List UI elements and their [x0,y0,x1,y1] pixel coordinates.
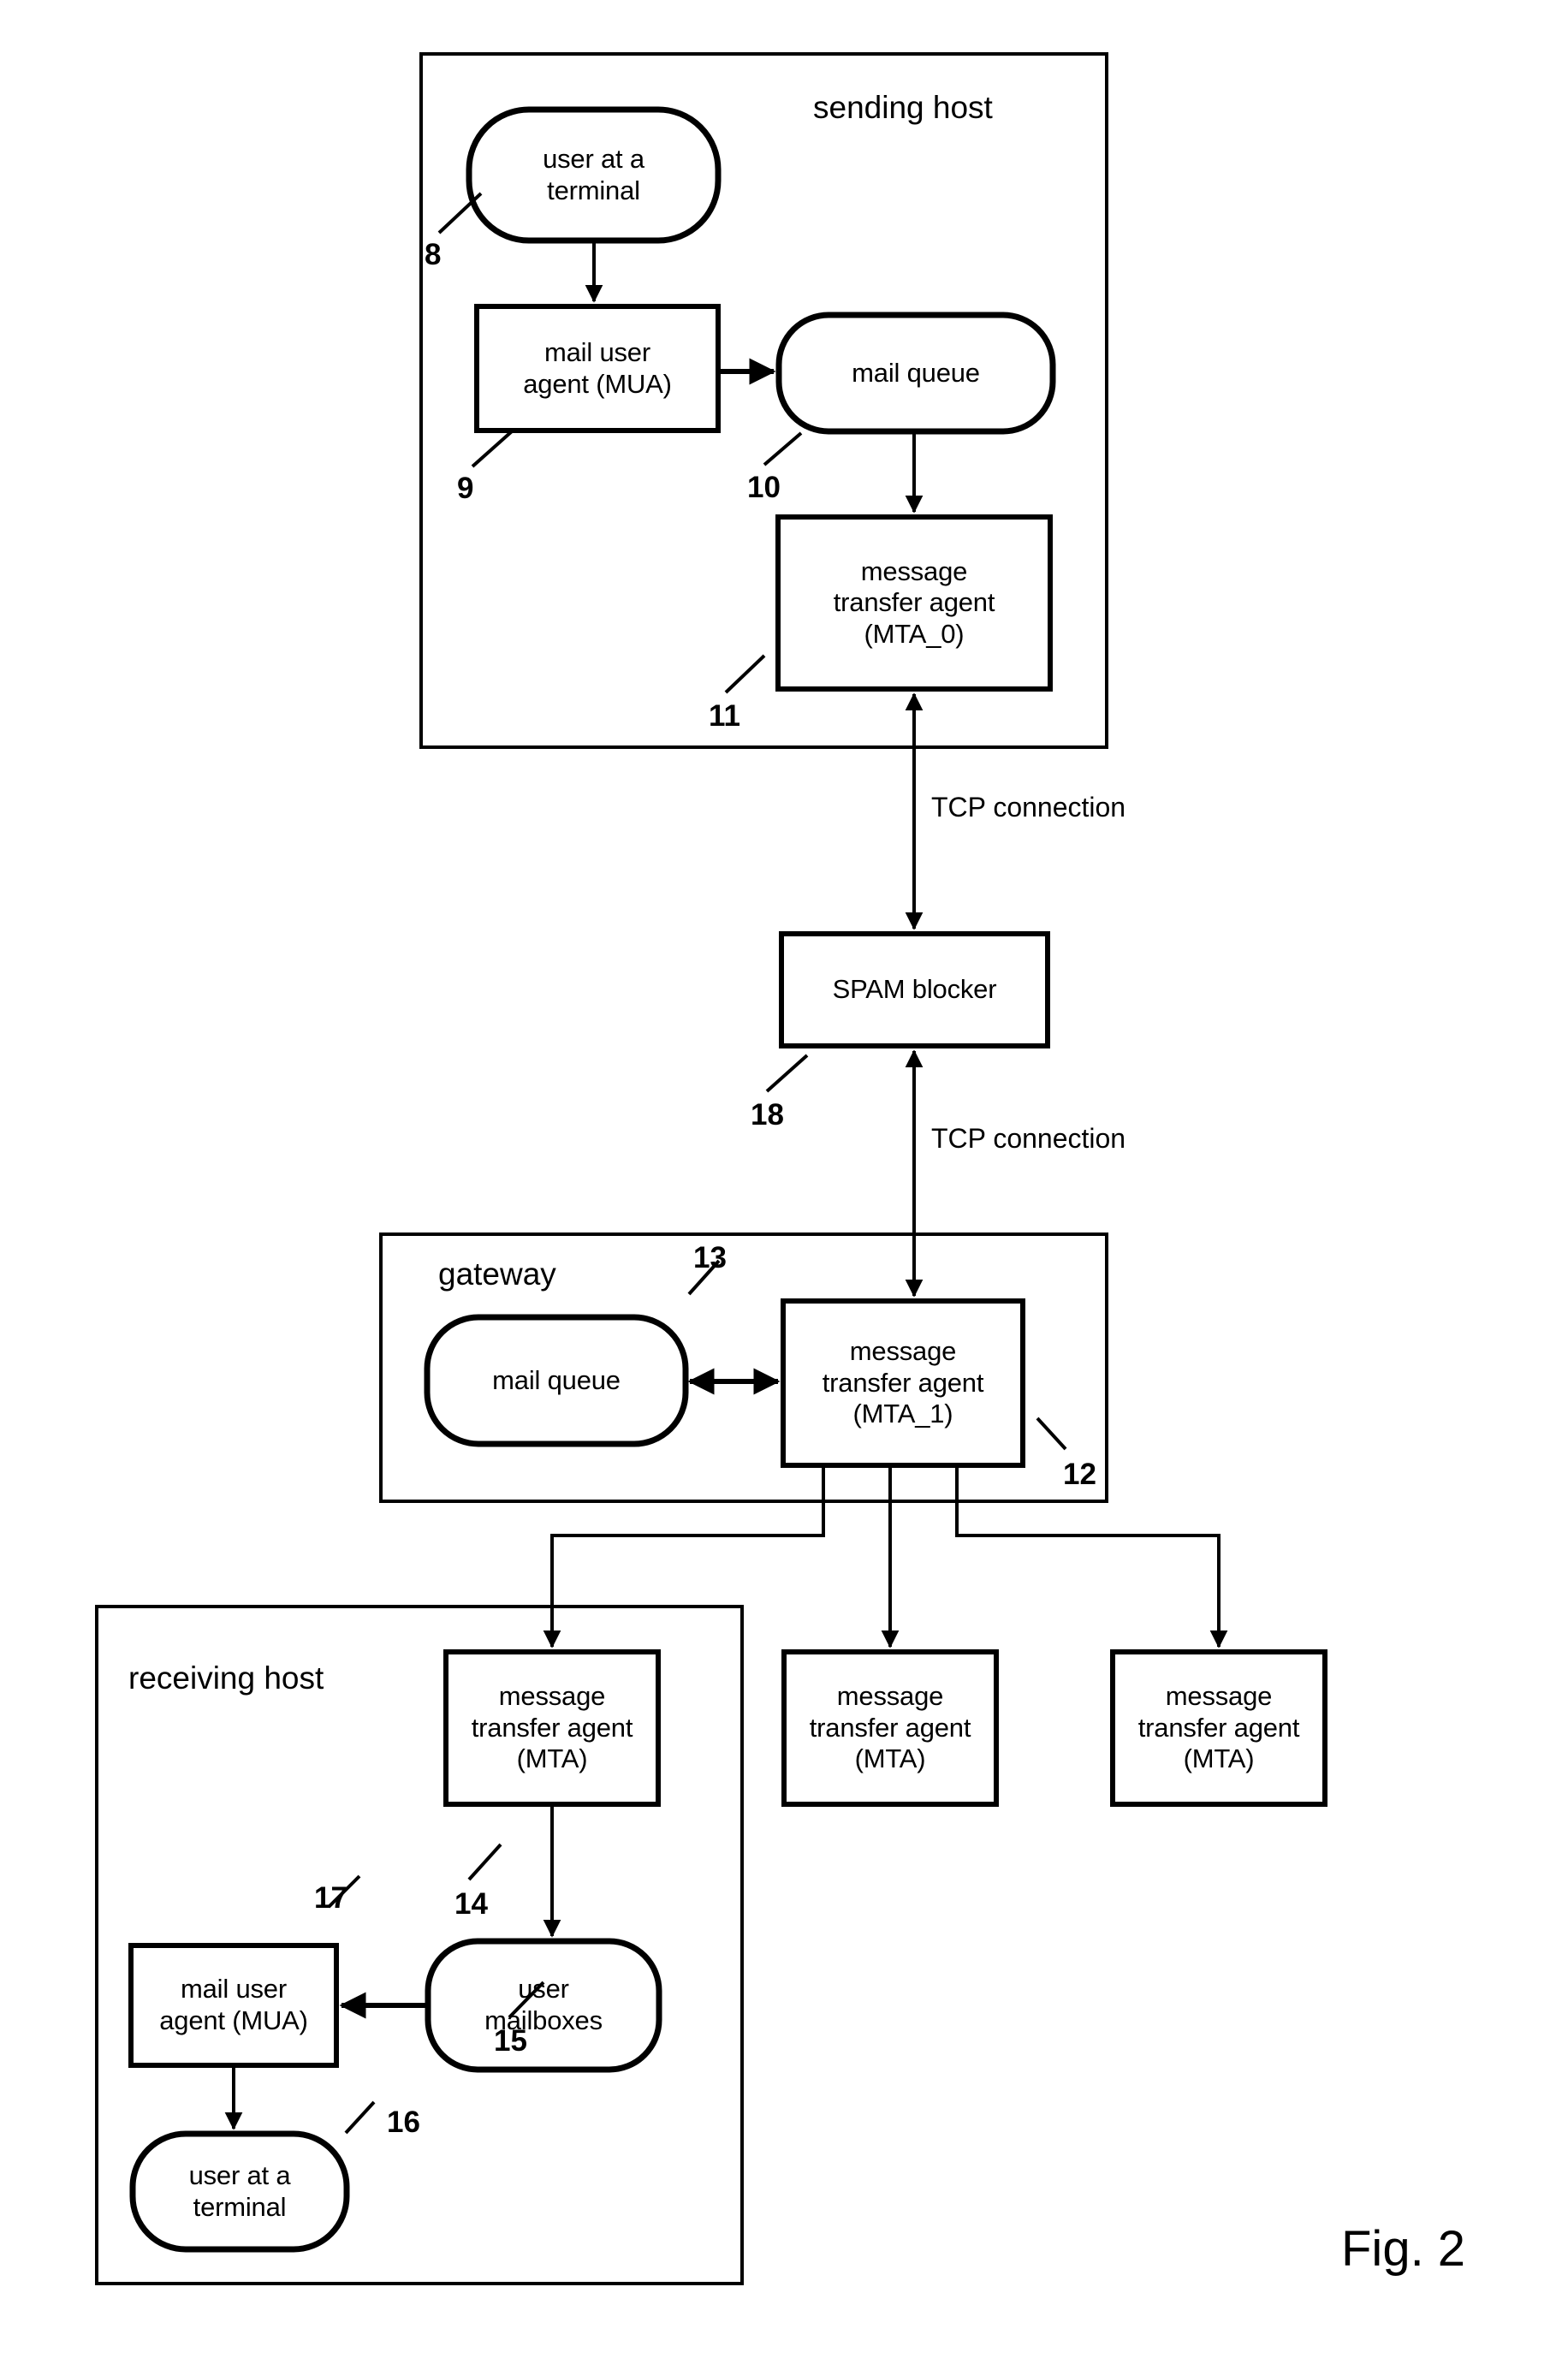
tcp-connection-upper-label: TCP connection [931,792,1126,823]
edge-mta1-to-mta-receiving [543,1465,825,1648]
sending-host-title: sending host [813,90,993,125]
leader-10 [763,431,803,466]
diagram-vector-layer [95,52,1327,2285]
user-terminal-sending-shape[interactable] [466,106,722,244]
user-mailboxes-shape[interactable] [425,1938,662,2073]
receiving-host-title: receiving host [128,1660,324,1696]
user-terminal-receiving-shape[interactable] [129,2130,350,2253]
reference-number-10: 10 [747,471,781,504]
leader-18 [765,1054,809,1093]
reference-number-18: 18 [751,1098,784,1132]
figure-caption: Fig. 2 [1341,2221,1466,2277]
reference-leader-lines [327,192,1067,2135]
reference-number-9: 9 [457,472,474,505]
patent-figure-canvas: sending host gateway receiving host user… [0,0,1568,2370]
edge-mta1-to-mta-third [955,1465,1228,1648]
connector-arrows [224,241,1228,2130]
leader-9 [471,430,514,468]
mta-1-shape[interactable] [781,1298,1025,1468]
reference-number-14: 14 [454,1887,488,1921]
mail-queue-sending-shape[interactable] [775,312,1056,435]
reference-number-13: 13 [693,1241,727,1274]
mua-receiving-shape[interactable] [128,1943,339,2068]
tcp-connection-lower-label: TCP connection [931,1123,1126,1154]
reference-number-17: 17 [314,1881,347,1915]
leader-14 [467,1843,502,1881]
spam-blocker-shape[interactable] [779,931,1050,1048]
mua-sending-shape[interactable] [474,304,721,433]
reference-number-16: 16 [387,2106,420,2139]
leader-16 [344,2100,376,2135]
reference-number-8: 8 [425,238,442,271]
mta-receiving-shape[interactable] [443,1649,661,1807]
reference-number-12: 12 [1063,1458,1096,1491]
leader-12 [1036,1417,1067,1451]
mta-third-shape[interactable] [1110,1649,1327,1807]
gateway-title: gateway [438,1256,556,1292]
mta-second-shape[interactable] [781,1649,999,1807]
reference-number-11: 11 [709,699,740,733]
leader-8 [437,192,483,235]
reference-number-15: 15 [494,2024,527,2058]
node-shapes [128,106,1327,2253]
mail-queue-gateway-shape[interactable] [424,1314,689,1447]
leader-11 [724,654,766,694]
mta-0-shape[interactable] [775,514,1053,692]
